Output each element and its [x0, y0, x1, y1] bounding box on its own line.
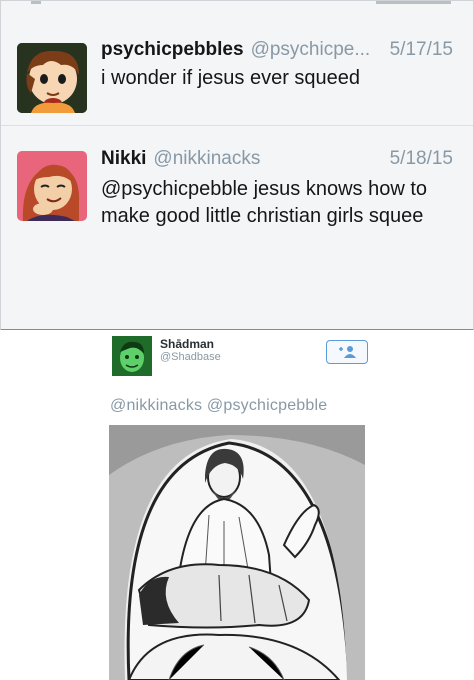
user-handle[interactable]: @nikkinacks — [153, 148, 381, 170]
tweet-date[interactable]: 5/17/15 — [390, 39, 453, 61]
display-name[interactable]: Shādman — [160, 337, 214, 351]
display-name[interactable]: Nikki — [101, 148, 146, 170]
add-user-icon — [339, 346, 356, 358]
avatar[interactable] — [17, 43, 87, 113]
divider — [31, 1, 41, 4]
mention-link[interactable]: @psychicpebble — [207, 397, 327, 414]
follow-button[interactable] — [326, 340, 368, 364]
tweet-image[interactable] — [109, 425, 365, 680]
tweet-header: psychicpebbles @psychicpe... 5/17/15 — [101, 39, 453, 63]
avatar[interactable] — [17, 151, 87, 221]
display-name[interactable]: psychicpebbles — [101, 39, 244, 61]
user-handle[interactable]: @psychicpe... — [251, 39, 382, 61]
user-handle[interactable]: @Shadbase — [160, 351, 221, 363]
tweet[interactable]: psychicpebbles @psychicpe... 5/17/15 i w… — [1, 25, 473, 126]
avatar[interactable] — [112, 336, 152, 376]
mention-link[interactable]: @nikkinacks — [110, 397, 202, 414]
tweet-text: @psychicpebble jesus knows how to make g… — [101, 178, 428, 227]
tweet-date[interactable]: 5/18/15 — [390, 148, 453, 170]
reply-tweet-panel: Shādman @Shadbase @nikkinacks @psychicpe… — [0, 330, 474, 680]
tweet-header: Nikki @nikkinacks 5/18/15 — [101, 148, 453, 172]
tweet[interactable]: Nikki @nikkinacks 5/18/15 @psychicpebble… — [1, 131, 473, 241]
divider — [376, 1, 451, 4]
tweet-thread-panel: psychicpebbles @psychicpe... 5/17/15 i w… — [0, 0, 474, 331]
tweet-text: @nikkinacks @psychicpebble — [110, 397, 327, 415]
tweet-text: i wonder if jesus ever squeed — [101, 67, 361, 89]
